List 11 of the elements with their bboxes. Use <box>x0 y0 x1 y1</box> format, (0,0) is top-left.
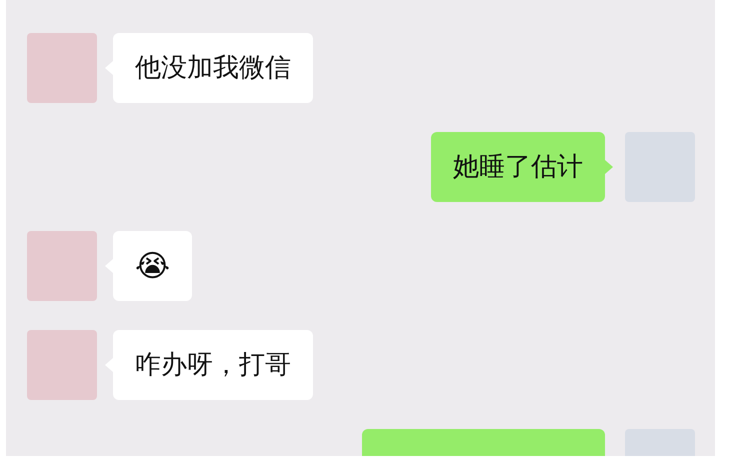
message-bubble[interactable]: 她睡了估计 <box>431 132 605 202</box>
crying-emoji: 😭 <box>135 248 170 286</box>
message-bubble[interactable]: 他没加我微信 <box>113 33 313 103</box>
message-text: 她睡了估计 <box>453 150 583 184</box>
message-text: 咋办呀，打哥 <box>135 348 291 382</box>
message-bubble[interactable]: 😭 <box>113 231 192 301</box>
message-bubble[interactable]: 咋办呀，打哥 <box>113 330 313 400</box>
message-text: 他没加我微信 <box>135 52 291 84</box>
avatar-photo-placeholder[interactable] <box>27 231 97 301</box>
avatar-photo-placeholder[interactable] <box>27 330 97 400</box>
avatar-photo-placeholder[interactable] <box>27 33 97 103</box>
